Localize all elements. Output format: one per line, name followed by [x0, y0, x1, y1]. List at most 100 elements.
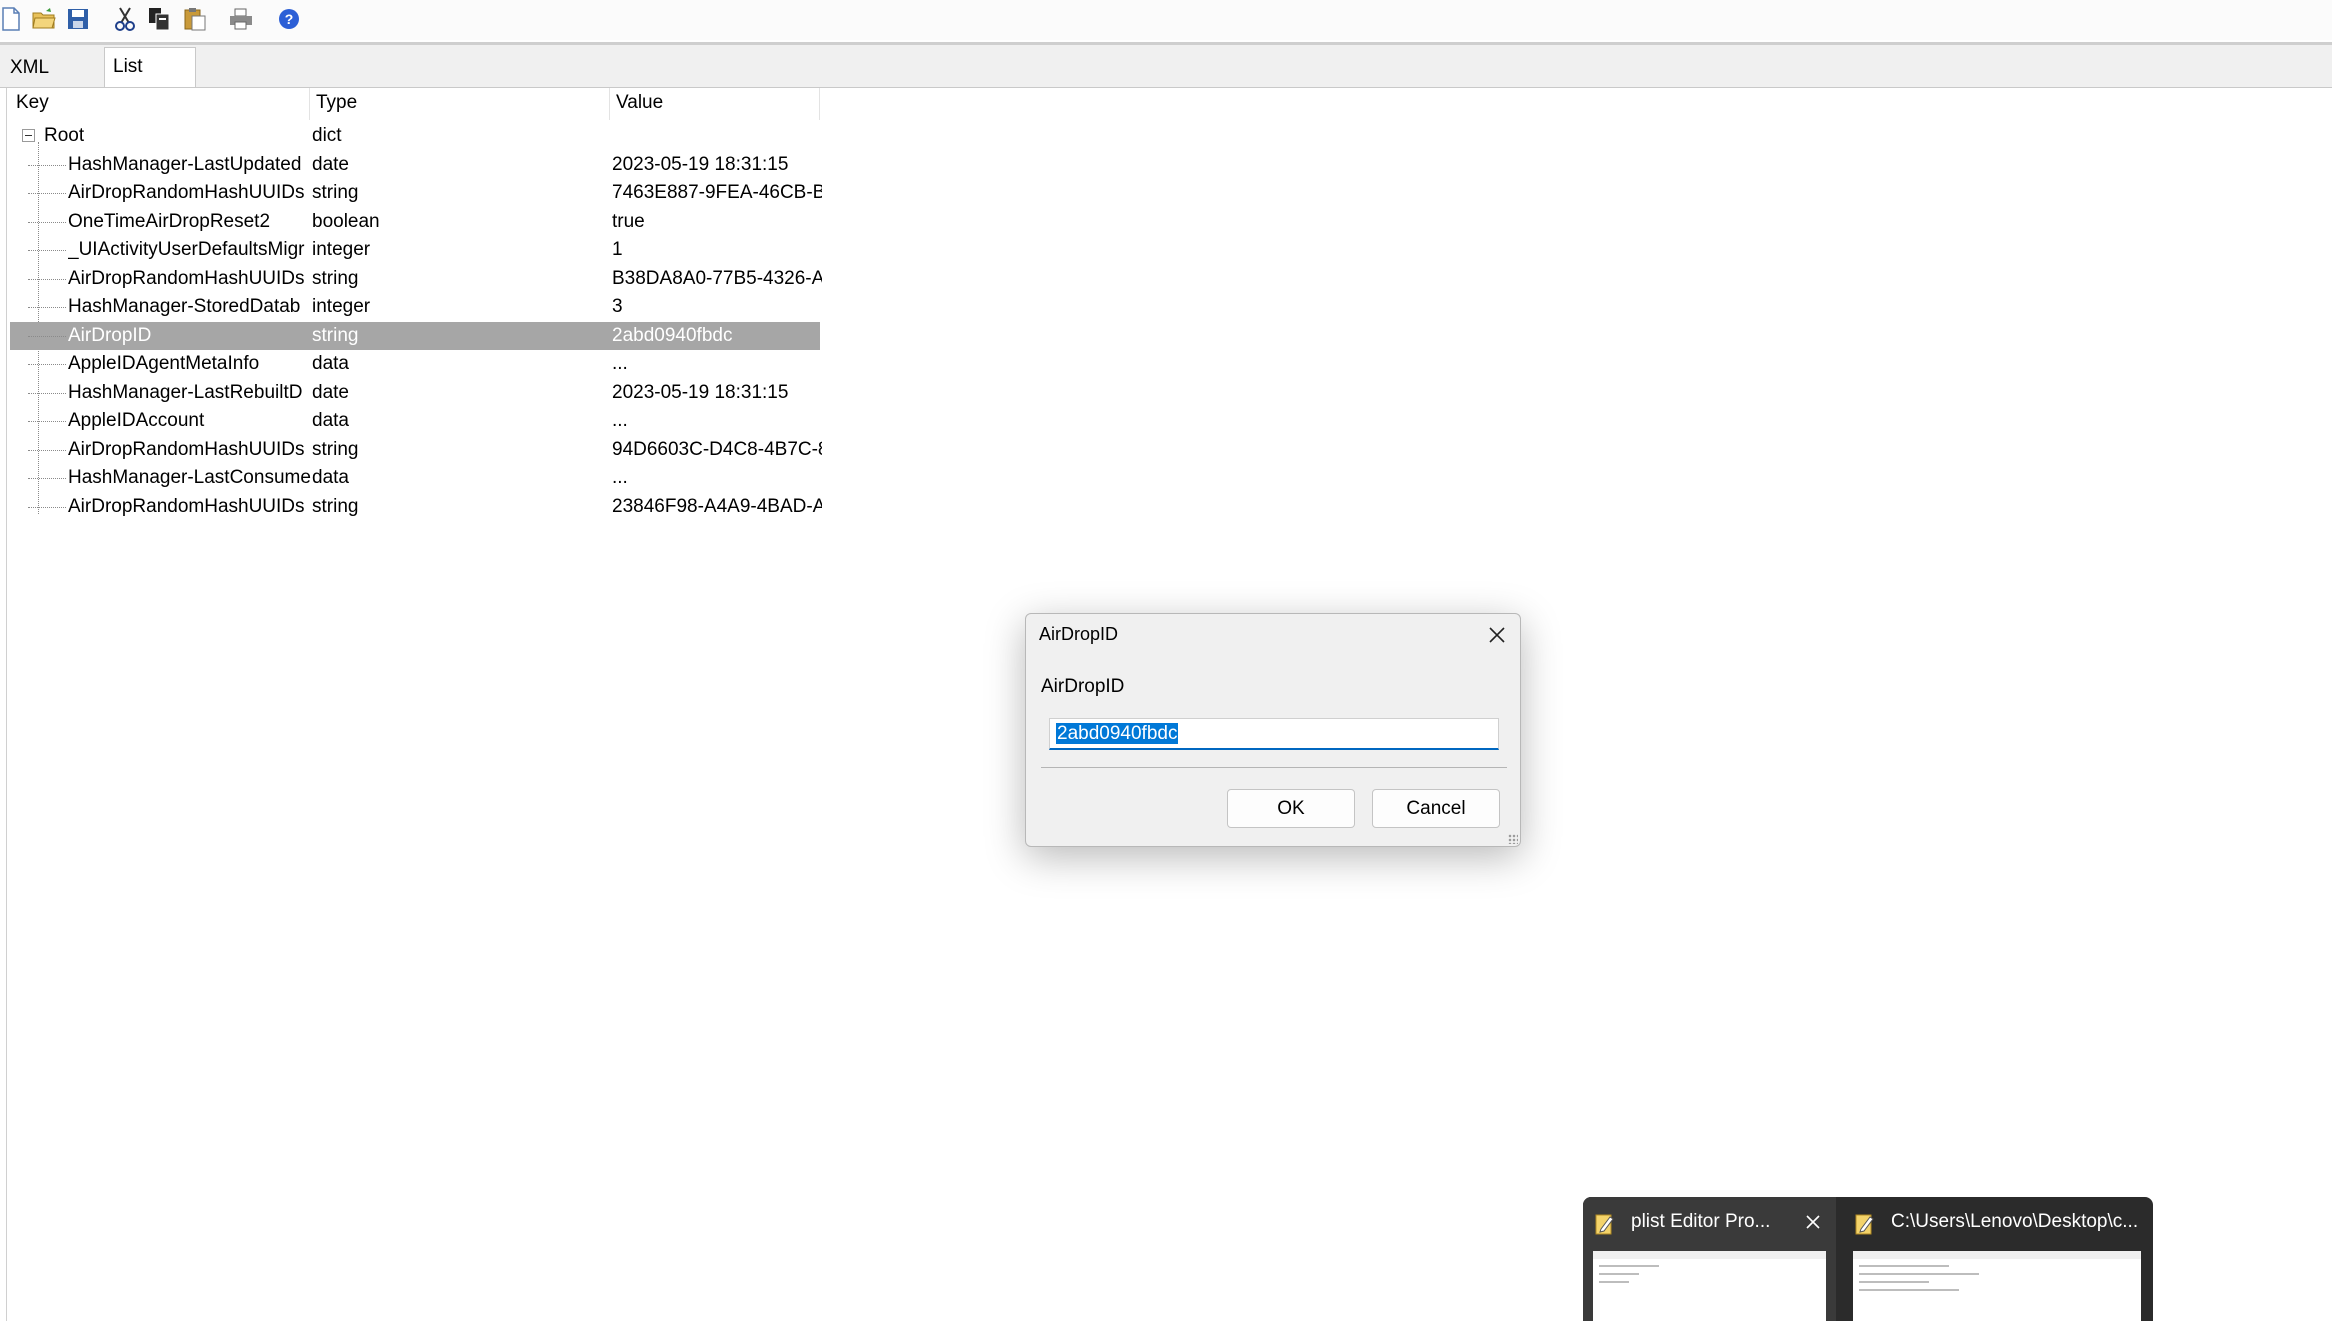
row-type: string: [312, 495, 359, 517]
tree-connector: [28, 307, 66, 308]
dialog-field-label: AirDropID: [1041, 676, 1125, 697]
row-type: string: [312, 438, 359, 460]
toolbar: ?: [0, 0, 2332, 40]
row-type: date: [312, 153, 349, 175]
cut-icon[interactable]: [110, 4, 140, 34]
row-value: ...: [612, 353, 628, 374]
notepad-icon: [1855, 1213, 1875, 1235]
row-type: data: [312, 353, 349, 374]
new-file-icon[interactable]: [0, 4, 26, 34]
row-value: B38DA8A0-77B5-4326-A: [612, 267, 822, 289]
tree-connector: [28, 278, 66, 280]
ok-button[interactable]: OK: [1227, 789, 1355, 828]
preview-thumbnail: [1593, 1251, 1826, 1321]
tree-row[interactable]: AppleIDAgentMetaInfo data ...: [10, 350, 820, 378]
taskbar-preview-item[interactable]: C:\Users\Lenovo\Desktop\c...: [1843, 1197, 2149, 1321]
row-key: AirDropRandomHashUUIDs: [68, 438, 305, 460]
column-header-value[interactable]: Value: [610, 88, 820, 120]
row-value: 2023-05-19 18:31:15: [612, 381, 789, 403]
row-value: 2abd0940fbdc: [612, 324, 733, 346]
copy-icon[interactable]: [144, 4, 174, 34]
tree-connector: [28, 392, 66, 394]
tree-connector: [28, 221, 66, 223]
row-key: AirDropID: [68, 324, 152, 346]
row-value: 2023-05-19 18:31:15: [612, 153, 789, 175]
preview-thumbnail: [1853, 1251, 2141, 1321]
tree-row[interactable]: HashManager-LastUpdated date 2023-05-19 …: [10, 151, 820, 179]
tree-connector: [28, 335, 66, 337]
tree-row-root[interactable]: Root dict: [10, 122, 820, 150]
tab-xml-view[interactable]: XML View: [2, 49, 102, 115]
notepad-icon: [1595, 1213, 1615, 1235]
tree-row[interactable]: AirDropRandomHashUUIDs string B38DA8A0-7…: [10, 265, 822, 293]
close-icon[interactable]: [1482, 622, 1512, 648]
row-type: data: [312, 467, 349, 488]
row-value: true: [612, 210, 645, 232]
row-type: date: [312, 381, 349, 403]
list-border: [6, 88, 7, 1321]
preview-title: plist Editor Pro...: [1631, 1211, 1771, 1232]
row-value: ...: [612, 410, 628, 431]
collapse-icon[interactable]: [22, 129, 35, 142]
dialog-divider: [1041, 767, 1507, 768]
column-header-key[interactable]: Key: [10, 88, 310, 120]
tree-row[interactable]: AirDropRandomHashUUIDs string 23846F98-A…: [10, 493, 822, 521]
help-icon[interactable]: ?: [274, 4, 304, 34]
row-key: OneTimeAirDropReset2: [68, 210, 271, 232]
open-folder-icon[interactable]: [29, 4, 59, 34]
row-type: boolean: [312, 210, 380, 232]
tree-row[interactable]: _UIActivityUserDefaultsMigr integer 1: [10, 236, 820, 264]
row-type: string: [312, 324, 359, 346]
row-key: AirDropRandomHashUUIDs: [68, 267, 305, 289]
cancel-button[interactable]: Cancel: [1372, 789, 1500, 828]
taskbar-preview-item[interactable]: plist Editor Pro...: [1583, 1197, 1836, 1321]
row-value: 7463E887-9FEA-46CB-B: [612, 182, 822, 203]
row-key: AirDropRandomHashUUIDs: [68, 495, 305, 517]
tree-row[interactable]: HashManager-LastConsume data ...: [10, 464, 820, 492]
row-key: HashManager-LastConsume: [68, 467, 311, 488]
tree-connector: [28, 164, 66, 166]
list-header: Key Type Value: [10, 88, 820, 120]
save-icon[interactable]: [63, 4, 93, 34]
tree-row-selected[interactable]: AirDropID string 2abd0940fbdc: [10, 321, 820, 350]
row-key: HashManager-StoredDatab: [68, 296, 301, 317]
row-type: dict: [312, 125, 342, 146]
row-type: data: [312, 410, 349, 431]
view-tabs: XML View List View: [0, 45, 2332, 115]
close-icon[interactable]: [1802, 1211, 1824, 1233]
row-value: 94D6603C-D4C8-4B7C-8: [612, 438, 822, 460]
row-type: string: [312, 182, 359, 203]
preview-title: C:\Users\Lenovo\Desktop\c...: [1891, 1211, 2139, 1232]
tab-list-view[interactable]: List View: [104, 47, 196, 114]
column-header-type[interactable]: Type: [310, 88, 610, 120]
row-key: Root: [44, 125, 85, 146]
tree-row[interactable]: OneTimeAirDropReset2 boolean true: [10, 208, 820, 236]
row-key: _UIActivityUserDefaultsMigr: [68, 239, 305, 260]
svg-text:?: ?: [285, 11, 294, 27]
edit-value-dialog: AirDropID AirDropID 2abd0940fbdc OK Canc…: [1025, 613, 1521, 847]
tree-connector: [28, 364, 66, 365]
row-key: AirDropRandomHashUUIDs: [68, 182, 305, 203]
row-type: integer: [312, 239, 371, 260]
tree-row[interactable]: AppleIDAccount data ...: [10, 407, 820, 435]
tree-connector: [28, 421, 66, 422]
resize-grip-icon[interactable]: [1508, 834, 1518, 844]
row-key: AppleIDAgentMetaInfo: [68, 353, 260, 374]
taskbar-preview: plist Editor Pro... C:\Users\Lenovo\Desk…: [1583, 1197, 2153, 1321]
row-value: 3: [612, 296, 623, 317]
dialog-title: AirDropID: [1039, 624, 1119, 644]
paste-icon[interactable]: [180, 4, 210, 34]
tree-connector: [28, 250, 66, 251]
print-icon[interactable]: [226, 4, 256, 34]
tree-connector: [28, 193, 66, 194]
tree-row[interactable]: AirDropRandomHashUUIDs string 94D6603C-D…: [10, 436, 822, 464]
row-value: 23846F98-A4A9-4BAD-A: [612, 495, 822, 517]
tree-row[interactable]: HashManager-StoredDatab integer 3: [10, 293, 820, 321]
tree-row[interactable]: HashManager-LastRebuiltD date 2023-05-19…: [10, 379, 820, 407]
value-input[interactable]: 2abd0940fbdc: [1049, 718, 1499, 750]
row-key: HashManager-LastRebuiltD: [68, 381, 303, 403]
tree-connector: [28, 478, 66, 479]
tree-row[interactable]: AirDropRandomHashUUIDs string 7463E887-9…: [10, 179, 822, 207]
row-key: AppleIDAccount: [68, 410, 205, 431]
tree-connector: [28, 449, 66, 451]
